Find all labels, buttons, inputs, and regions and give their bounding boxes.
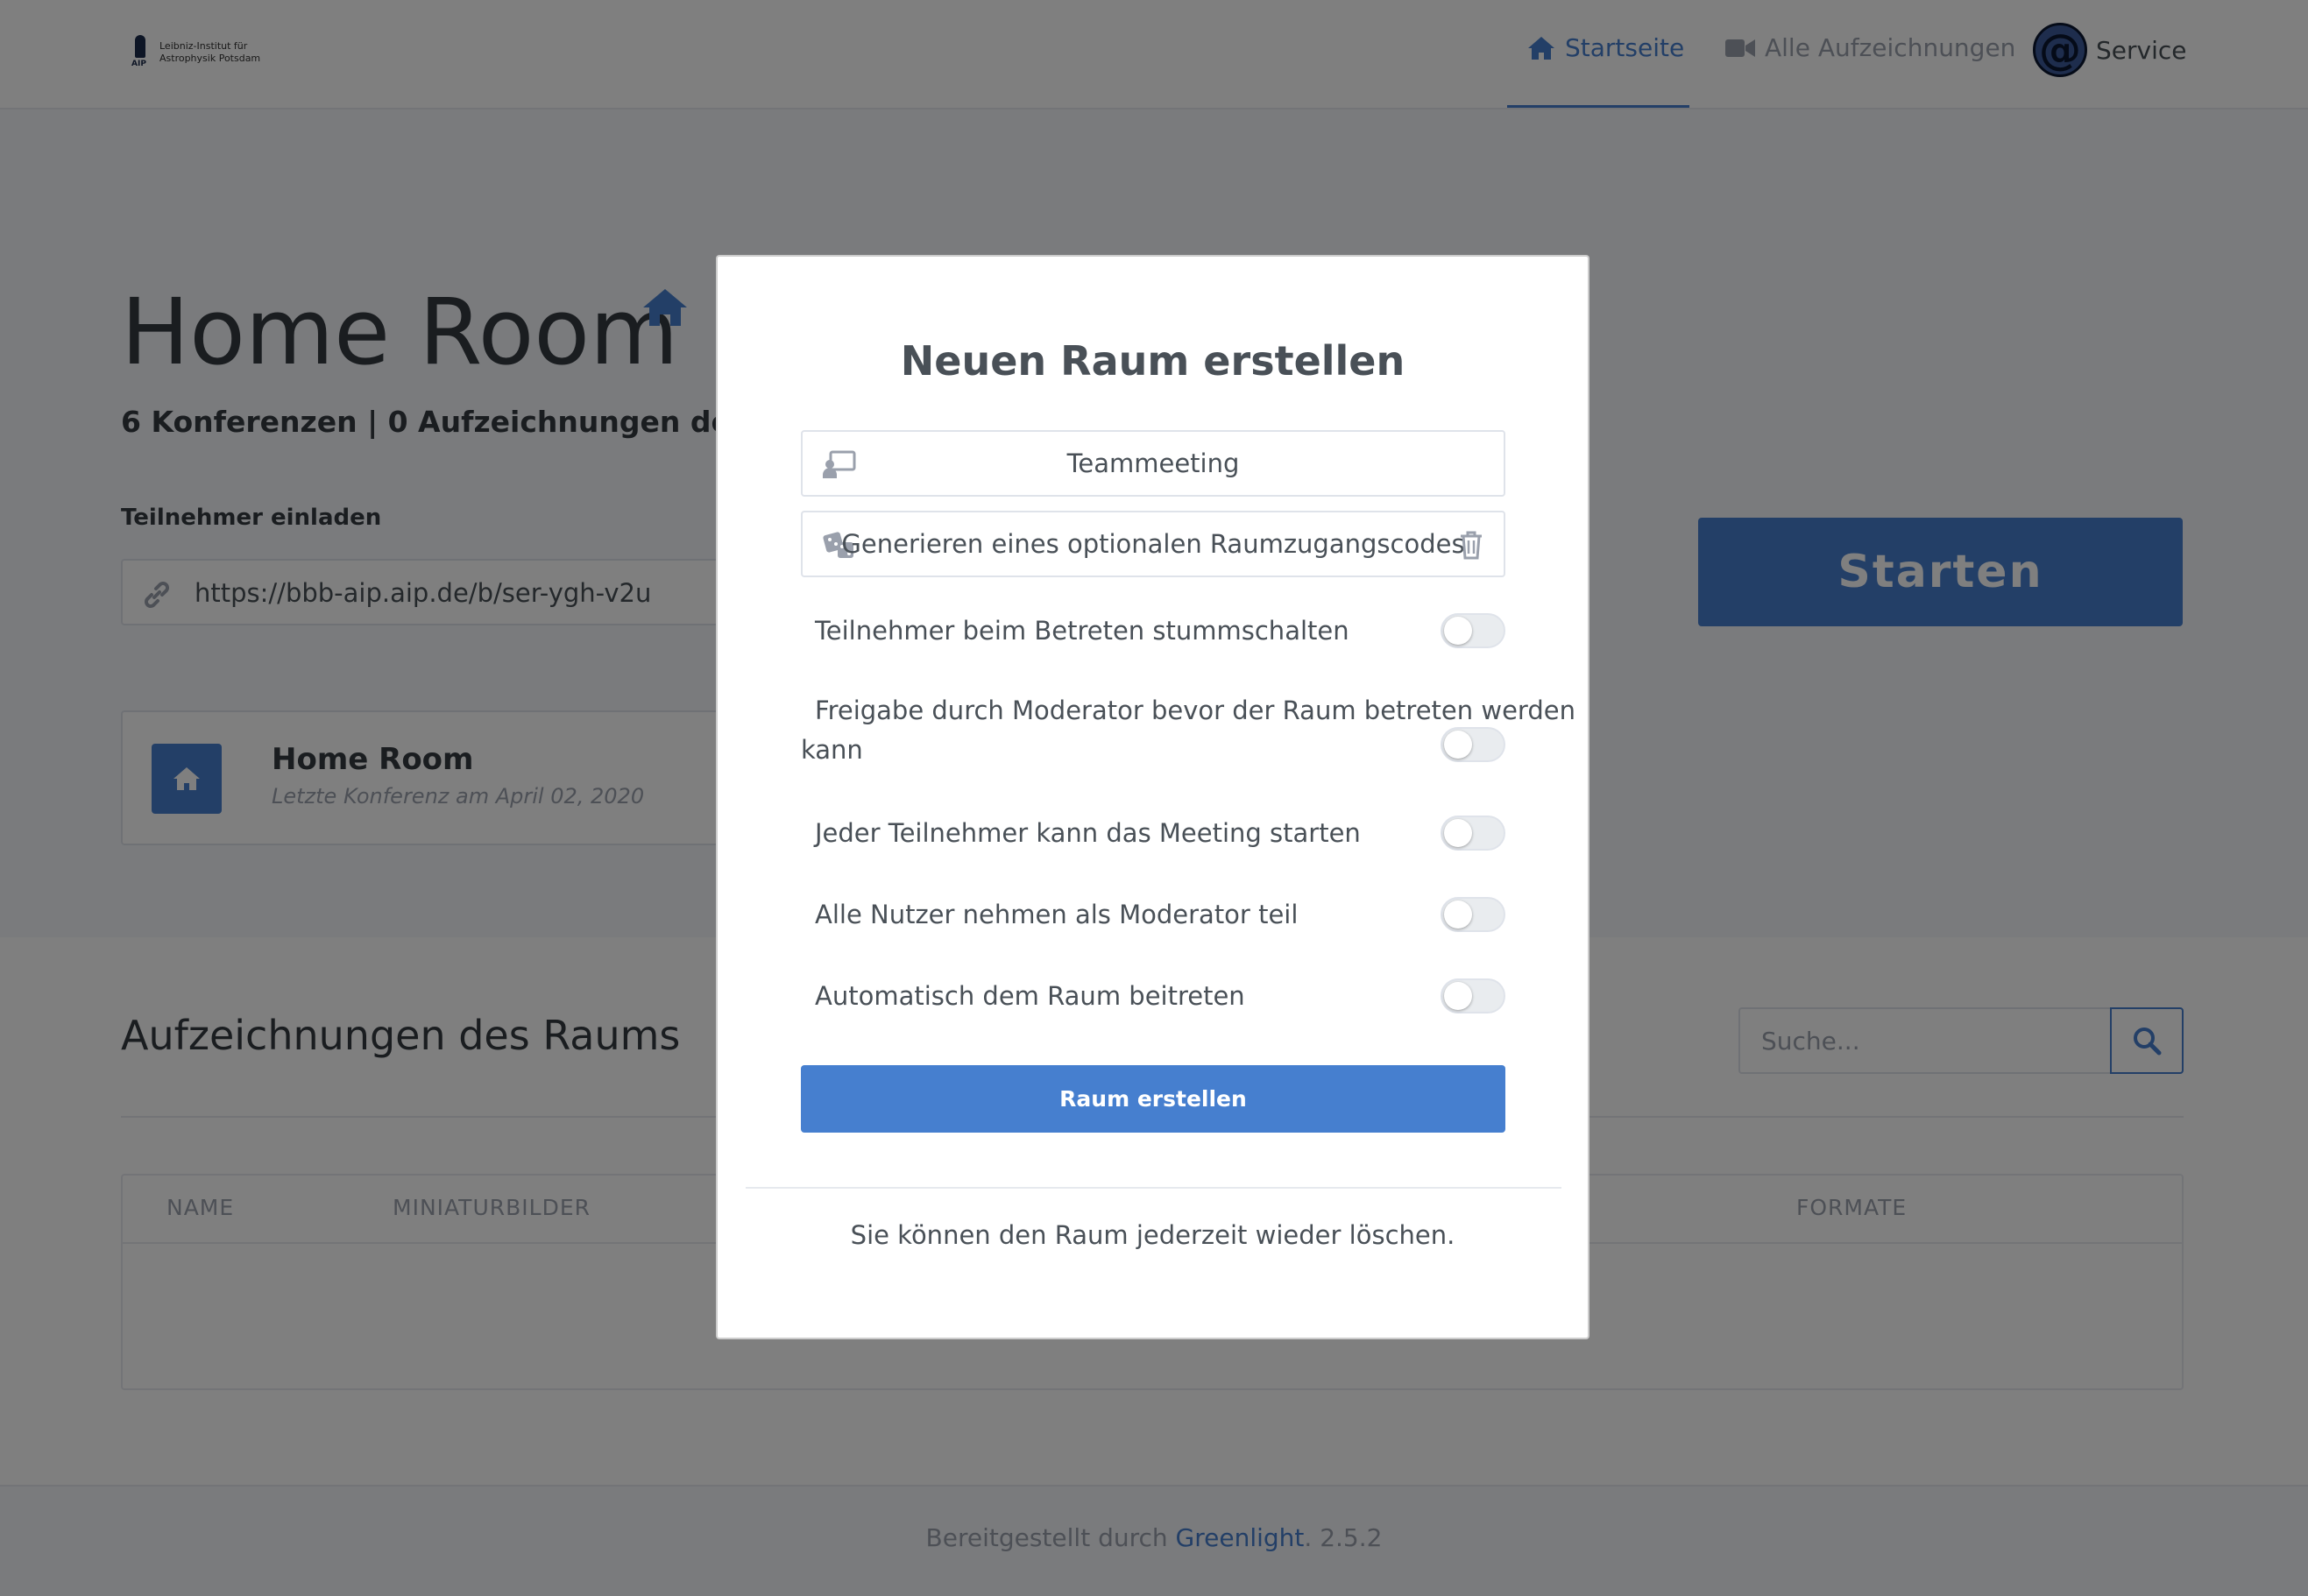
toggle-row-anyone-can-start: Jeder Teilnehmer kann das Meeting starte… <box>801 814 1505 853</box>
toggle-row-auto-join: Automatisch dem Raum beitreten <box>801 977 1505 1016</box>
page: AIP Leibniz-Institut für Astrophysik Pot… <box>0 0 2308 1596</box>
toggle-label-anyone-can-start: Jeder Teilnehmer kann das Meeting starte… <box>815 818 1361 848</box>
toggle-auto-join[interactable] <box>1441 978 1505 1013</box>
toggle-label-auto-join: Automatisch dem Raum beitreten <box>815 981 1245 1011</box>
toggle-all-moderators[interactable] <box>1441 897 1505 932</box>
toggle-anyone-can-start[interactable] <box>1441 816 1505 851</box>
access-code-text: Generieren eines optionalen Raumzugangsc… <box>841 529 1465 559</box>
toggle-label-mute-on-join: Teilnehmer beim Betreten stummschalten <box>815 616 1349 646</box>
toggle-row-require-approval: Freigabe durch Moderator bevor der Raum … <box>801 691 1575 770</box>
create-room-modal: Neuen Raum erstellen Teammeeting Generie… <box>716 255 1589 1339</box>
trash-icon[interactable] <box>1458 529 1484 561</box>
toggle-row-all-moderators: Alle Nutzer nehmen als Moderator teil <box>801 895 1505 935</box>
toggle-require-approval[interactable] <box>1441 727 1505 762</box>
modal-note: Sie können den Raum jederzeit wieder lös… <box>850 1220 1455 1250</box>
modal-title: Neuen Raum erstellen <box>900 337 1405 385</box>
toggle-mute-on-join[interactable] <box>1441 613 1505 648</box>
create-room-button[interactable]: Raum erstellen <box>801 1065 1505 1133</box>
access-code-field[interactable]: Generieren eines optionalen Raumzugangsc… <box>801 511 1505 577</box>
room-name-value: Teammeeting <box>1066 448 1240 478</box>
toggle-label-require-approval-cont: kann <box>801 735 863 765</box>
toggle-row-mute-on-join: Teilnehmer beim Betreten stummschalten <box>801 611 1505 651</box>
room-name-field[interactable]: Teammeeting <box>801 430 1505 497</box>
toggle-label-all-moderators: Alle Nutzer nehmen als Moderator teil <box>815 900 1299 929</box>
toggle-label-require-approval: Freigabe durch Moderator bevor der Raum … <box>815 696 1575 725</box>
modal-divider <box>746 1187 1561 1189</box>
